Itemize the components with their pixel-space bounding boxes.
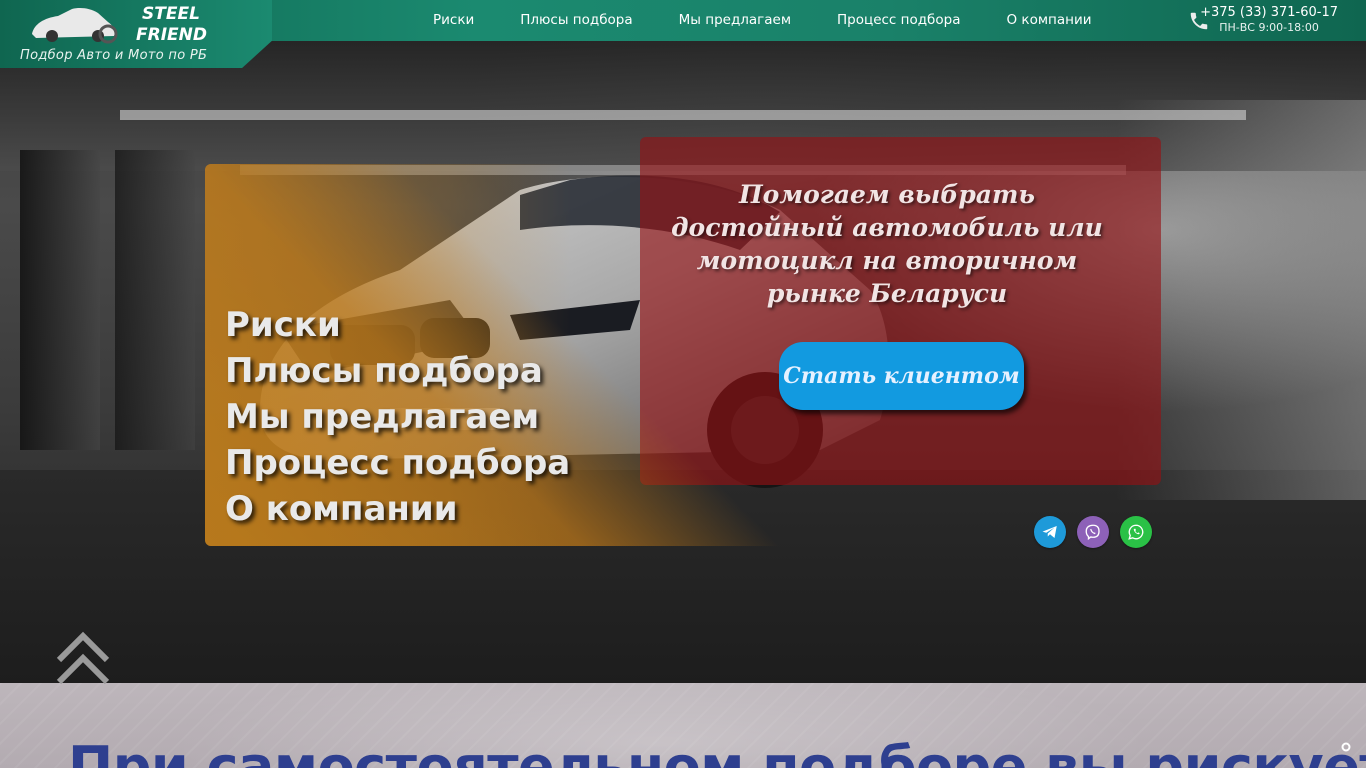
hero-menu-item-about[interactable]: О компании xyxy=(225,486,570,532)
brand-name[interactable]: STEEL FRIEND xyxy=(136,4,207,46)
viber-icon[interactable] xyxy=(1077,516,1109,548)
gear-icon xyxy=(1341,742,1351,752)
brand-name-line2: FRIEND xyxy=(136,25,207,45)
brand-tagline: Подбор Авто и Мото по РБ xyxy=(20,48,208,63)
nav-item-process[interactable]: Процесс подбора xyxy=(814,0,983,41)
contact-block: +375 (33) 371-60-17 ПН-ВС 9:00-18:00 xyxy=(1200,5,1338,35)
logo-car-moto-icon[interactable] xyxy=(28,4,120,46)
scroll-up-chevrons-icon[interactable] xyxy=(54,628,112,686)
hero-menu-item-offer[interactable]: Мы предлагаем xyxy=(225,394,570,440)
brand-name-line1: STEEL xyxy=(142,4,200,24)
risks-section-title: При самостоятельном подборе вы рискуете xyxy=(68,735,1366,768)
hero-slogan: Помогаем выбрать достойный автомобиль ил… xyxy=(671,180,1103,308)
top-nav: Риски Плюсы подбора Мы предлагаем Процес… xyxy=(410,0,1115,41)
nav-item-about[interactable]: О компании xyxy=(984,0,1115,41)
phone-number[interactable]: +375 (33) 371-60-17 xyxy=(1200,5,1338,21)
hero-menu: Риски Плюсы подбора Мы предлагаем Процес… xyxy=(225,302,570,532)
risks-section: При самостоятельном подборе вы рискуете xyxy=(0,683,1366,768)
ceiling-beam xyxy=(120,110,1246,120)
working-hours: ПН-ВС 9:00-18:00 xyxy=(1219,21,1319,34)
nav-item-advantages[interactable]: Плюсы подбора xyxy=(497,0,655,41)
social-links xyxy=(1034,516,1152,548)
telegram-icon[interactable] xyxy=(1034,516,1066,548)
nav-item-risks[interactable]: Риски xyxy=(410,0,497,41)
garage-wall-panel xyxy=(115,150,195,450)
become-client-button[interactable]: Стать клиентом xyxy=(779,342,1024,410)
hero-menu-item-process[interactable]: Процесс подбора xyxy=(225,440,570,486)
whatsapp-icon[interactable] xyxy=(1120,516,1152,548)
hero-menu-item-advantages[interactable]: Плюсы подбора xyxy=(225,348,570,394)
nav-item-offer[interactable]: Мы предлагаем xyxy=(656,0,814,41)
garage-wall-panel xyxy=(20,150,100,450)
hero-menu-item-risks[interactable]: Риски xyxy=(225,302,570,348)
